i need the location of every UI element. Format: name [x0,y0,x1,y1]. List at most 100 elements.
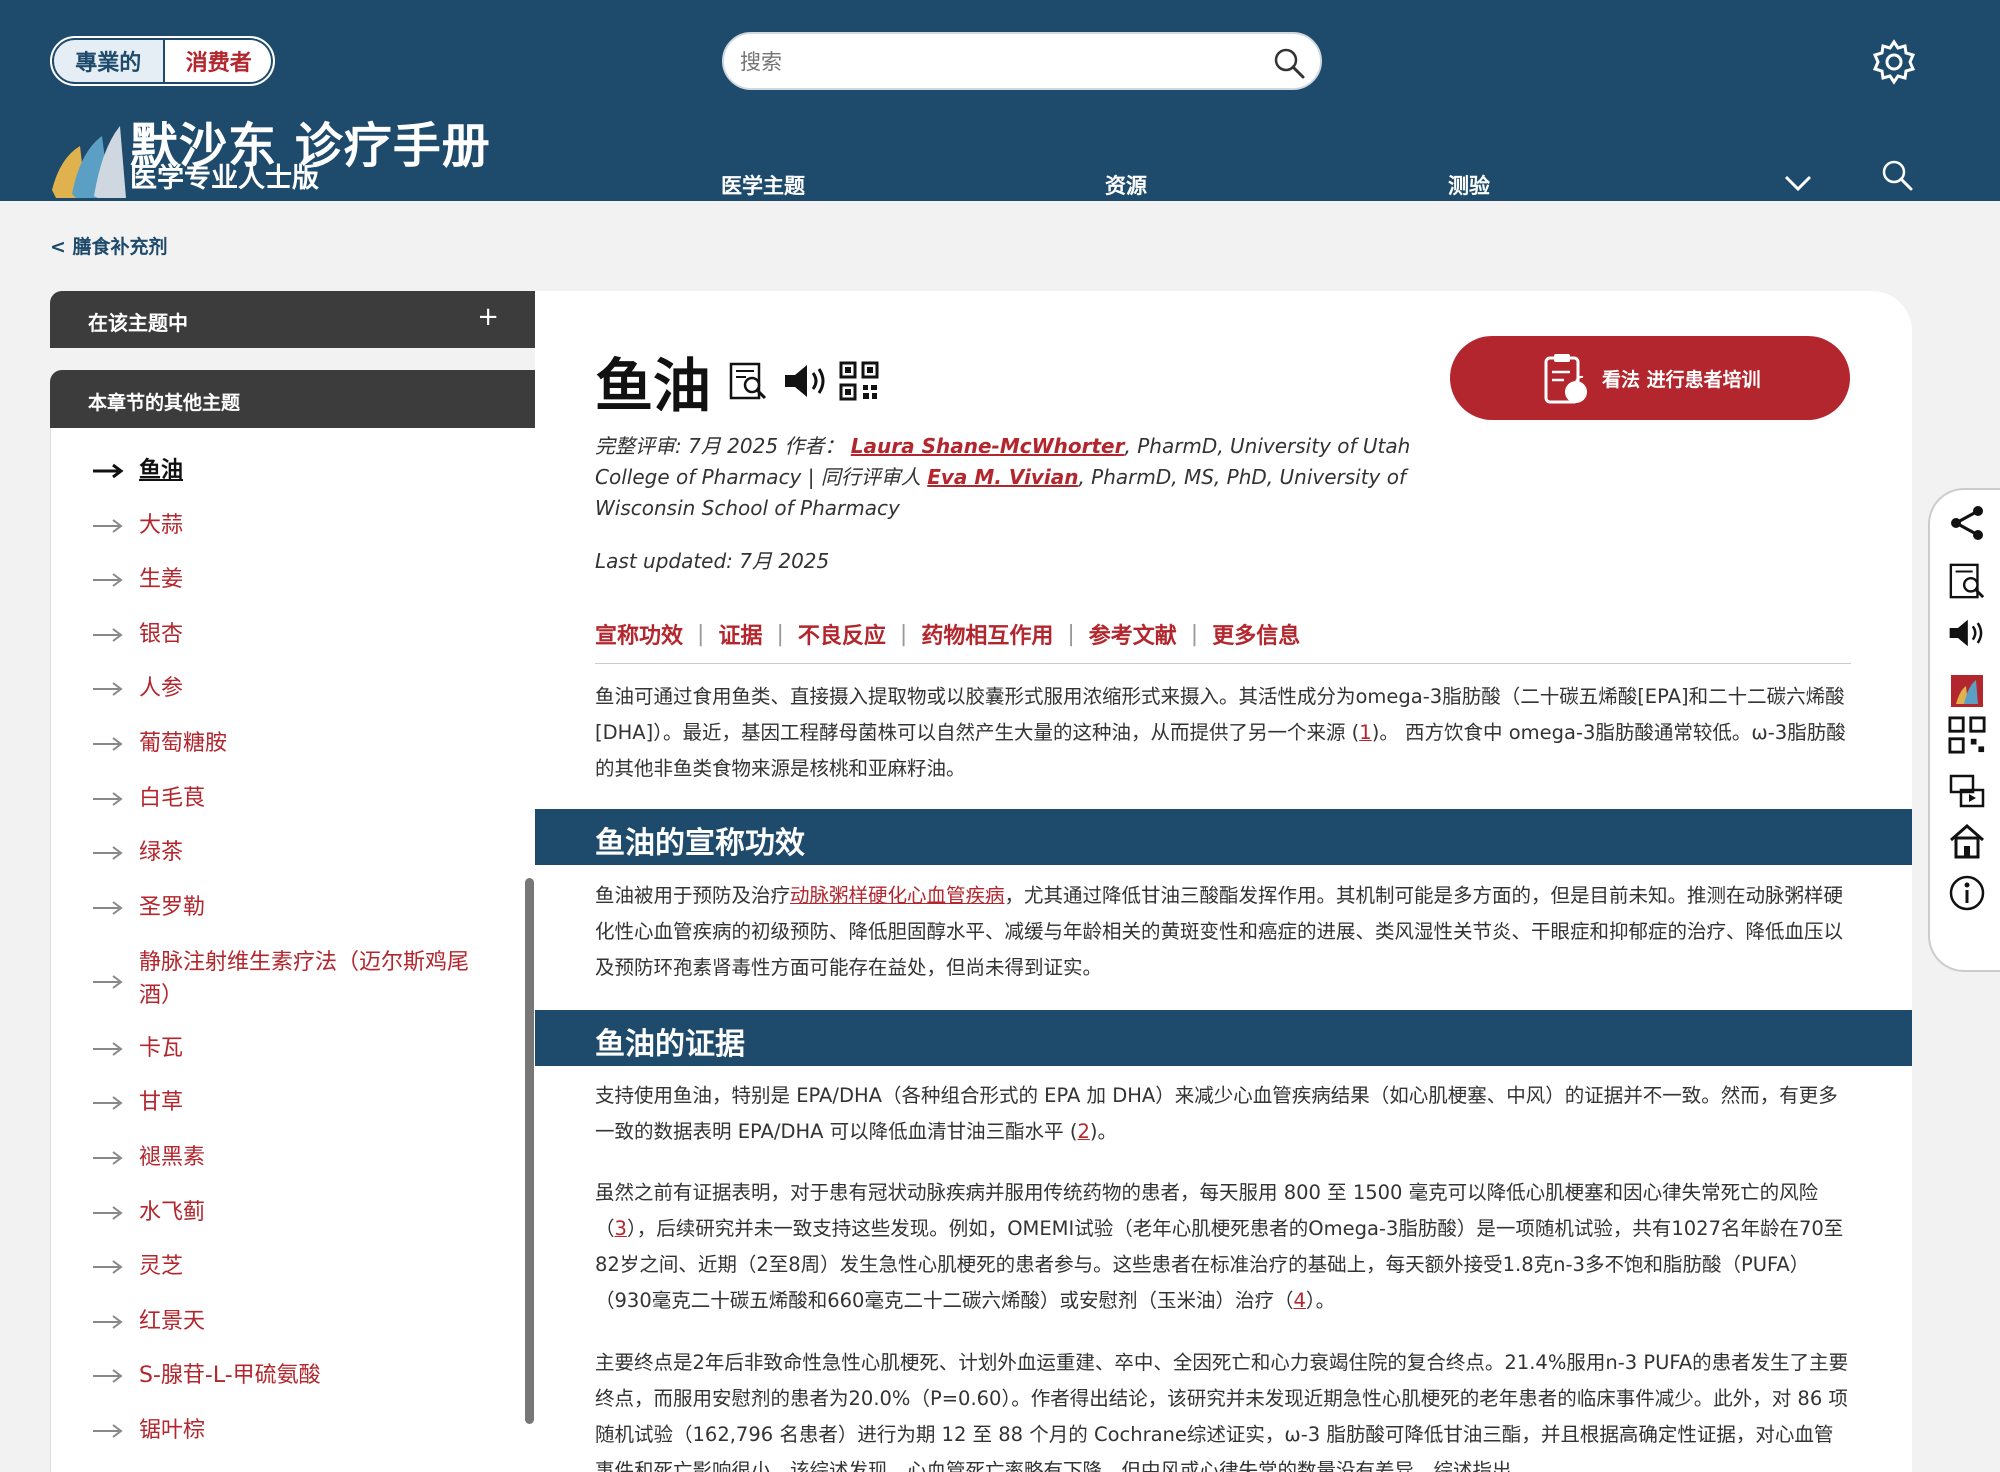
evidence-paragraph-1: 支持使用鱼油，特别是 EPA/DHA（各种组合形式的 EPA 加 DHA）来减少… [595,1078,1851,1150]
arrow-right-icon [93,1096,123,1110]
tab-adverse-effects[interactable]: 不良反应 [798,618,886,650]
floating-toolbar [1928,488,2000,972]
expand-plus-icon[interactable]: + [477,302,499,332]
claims-paragraph: 鱼油被用于预防及治疗动脉粥样硬化心血管疾病，尤其通过降低甘油三酸酯发挥作用。其机… [595,878,1851,986]
atherosclerosis-link[interactable]: 动脉粥样硬化心血管疾病 [790,884,1005,907]
tab-separator: | [697,621,705,647]
qr-code-icon[interactable] [1948,716,1986,754]
sidebar-topic-label: 锯叶棕 [139,1418,206,1443]
qr-code-icon[interactable] [839,361,879,401]
arrow-right-icon [93,519,123,533]
arrow-right-icon [93,792,123,806]
page-title: 鱼油 [595,352,712,420]
review-prefix: 完整评审: 7月 2025 作者： [595,434,845,458]
sidebar-topic-label: 卡瓦 [139,1036,184,1061]
sidebar-topic-label: 大蒜 [139,513,184,538]
tab-drug-interactions[interactable]: 药物相互作用 [921,618,1053,650]
search-input[interactable] [740,42,1240,82]
claims-text-a: 鱼油被用于预防及治疗 [595,884,791,907]
toggle-consumer[interactable]: 消费者 [165,38,274,84]
msd-logo-icon[interactable] [1948,672,1986,710]
evidence-paragraph-2: 虽然之前有证据表明，对于患有冠状动脉疾病并服用传统药物的患者，每天服用 800 … [595,1175,1851,1319]
tab-claims[interactable]: 宣称功效 [595,618,683,650]
sidebar-topic-label: 葡萄糖胺 [139,731,228,756]
nav-medical-topics[interactable]: 医学主题 [721,170,805,200]
sidebar-topic-label: 红景天 [139,1309,206,1334]
sidebar-topic-label: 灵芝 [139,1254,184,1279]
evidence-text: )。 [1089,1120,1117,1143]
arrow-right-icon [93,975,123,989]
chevron-down-icon[interactable] [1783,172,1813,194]
evidence-text: 支持使用鱼油，特别是 EPA/DHA（各种组合形式的 EPA 加 DHA）来减少… [595,1084,1838,1143]
reference-link[interactable]: 2 [1077,1120,1089,1143]
patient-education-button[interactable]: 看法 进行患者培训 [1450,336,1850,420]
author-link[interactable]: Laura Shane-McWhorter [851,434,1125,458]
section-title: 鱼油的证据 [595,1027,745,1062]
sidebar-topic-label: 银杏 [139,622,184,647]
sidebar-topic-label: S-腺苷-L-甲硫氨酸 [139,1363,321,1388]
search-icon[interactable] [1880,158,1914,192]
arrow-right-icon [93,1206,123,1220]
sidebar-topic-label: 鱼油 [139,458,184,483]
evidence-text: ）。 [1305,1289,1336,1312]
breadcrumb[interactable]: < 膳食补充剂 [50,232,168,259]
section-heading-claims: 鱼油的宣称功效 [535,809,1912,865]
sidebar-topic-list: 鱼油 大蒜 生姜 银杏 人参 葡萄糖胺 白毛茛 绿茶 圣罗勒 静脉注射维生素疗法（迈尔斯鸡尾酒） 卡… [50,428,535,1472]
arrow-right-icon [93,682,123,696]
reference-link[interactable]: 3 [615,1217,627,1240]
arrow-right-icon [93,1369,123,1383]
share-icon[interactable] [1948,504,1986,542]
tab-separator: | [1190,621,1199,647]
info-icon[interactable] [1948,874,1986,912]
nav-quizzes[interactable]: 测验 [1448,170,1490,200]
gear-icon[interactable] [1870,38,1918,86]
sidebar-topic-label: 静脉注射维生素疗法（迈尔斯鸡尾酒） [139,950,470,1008]
reference-link[interactable]: 1 [1359,721,1371,744]
sidebar-topic-label: 水飞蓟 [139,1200,206,1225]
search-doc-icon[interactable] [728,361,768,401]
tab-evidence[interactable]: 证据 [718,618,762,650]
search-icon[interactable] [1272,46,1306,80]
tab-separator: | [776,621,784,647]
reference-link[interactable]: 4 [1293,1289,1305,1312]
arrow-right-icon [93,628,123,642]
clipboard-apple-icon [1544,354,1587,404]
audience-toggle[interactable]: 專業的 消费者 [50,36,275,86]
sidebar-scrollbar-thumb[interactable] [525,878,534,1424]
video-icon[interactable] [1948,772,1986,810]
arrow-right-icon [93,1315,123,1329]
sidebar-topic-label: 人参 [139,676,184,701]
arrow-right-icon [93,1260,123,1274]
search-doc-icon[interactable] [1948,562,1986,600]
peer-reviewer-link[interactable]: Eva M. Vivian [927,465,1078,489]
audio-icon[interactable] [1948,614,1986,652]
patient-education-label: 看法 进行患者培训 [1602,369,1761,391]
section-title: 鱼油的宣称功效 [595,826,805,861]
home-icon[interactable] [1948,822,1986,860]
section-topics-header: 本章节的其他主题 [50,370,535,428]
arrow-right-icon [93,1042,123,1056]
sidebar-topic-label: 褪黑素 [139,1145,206,1170]
in-topic-label: 在该主题中 [88,311,188,335]
evidence-text: ），后续研究并未一致支持这些发现。例如，OMEMI试验（老年心肌梗死患者的Ome… [595,1217,1844,1312]
arrow-right-icon [93,573,123,587]
tab-separator: | [1067,621,1075,647]
toggle-professional[interactable]: 專業的 [52,38,165,84]
intro-paragraph: 鱼油可通过食用鱼类、直接摄入提取物或以胶囊形式服用浓缩形式来摄入。其活性成分为o… [595,679,1851,787]
search-box[interactable] [722,32,1322,90]
nav-resources[interactable]: 资源 [1105,170,1147,200]
sidebar-topic-label: 圣约翰草 [139,1468,489,1472]
arrow-right-icon [93,1424,123,1438]
tab-references[interactable]: 参考文献 [1089,618,1177,650]
arrow-right-icon [93,463,124,479]
tab-more-info[interactable]: 更多信息 [1212,618,1300,650]
evidence-paragraph-3: 主要终点是2年后非致命性急性心肌梗死、计划外血运重建、卒中、全因死亡和心力衰竭住… [595,1351,1849,1472]
arrow-right-icon [93,737,123,751]
site-header: 專業的 消费者 默沙东 诊疗手册 医学专业人士版 医学主题 资源 测验 [0,0,2000,201]
in-topic-header[interactable]: 在该主题中 + [50,291,535,348]
section-heading-evidence: 鱼油的证据 [535,1010,1912,1066]
logo-subtitle: 医学专业人士版 [130,163,319,194]
audio-icon[interactable] [783,361,829,401]
section-topics-label: 本章节的其他主题 [88,392,241,414]
msd-logo-icon[interactable] [50,118,126,198]
